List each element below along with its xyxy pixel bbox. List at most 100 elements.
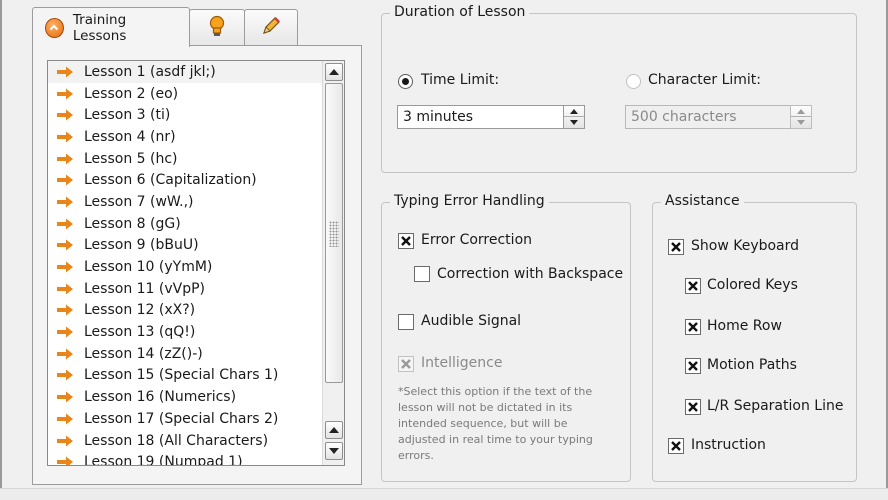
lesson-item[interactable]: Lesson 13 (qQ!) [48, 321, 344, 343]
duration-group: Duration of Lesson [381, 4, 857, 173]
chevron-up-icon [797, 108, 805, 114]
assistance-group-title: Assistance [661, 193, 744, 209]
time-limit-stepper[interactable] [563, 105, 585, 129]
arrow-right-icon [57, 218, 73, 230]
time-limit-spinbox[interactable]: 3 minutes [397, 105, 585, 129]
audible-signal-checkbox[interactable] [398, 314, 414, 330]
lesson-item[interactable]: Lesson 19 (Numpad 1) [48, 451, 344, 466]
arrow-right-icon [57, 304, 73, 316]
chevron-down-icon [797, 120, 805, 125]
lesson-item-label: Lesson 10 (yYmM) [84, 259, 213, 276]
arrow-right-icon [57, 131, 73, 143]
lesson-item-label: Lesson 3 (ti) [84, 107, 171, 124]
home-row-checkbox[interactable] [685, 319, 701, 335]
lesson-item[interactable]: Lesson 5 (hc) [48, 148, 344, 170]
lesson-list-scrollbar[interactable] [322, 61, 344, 465]
lesson-item-label: Lesson 17 (Special Chars 2) [84, 410, 279, 427]
intelligence-note-line: intended sequence, but will be [398, 417, 568, 430]
arrow-right-icon [57, 283, 73, 295]
lesson-item-label: Lesson 13 (qQ!) [84, 324, 196, 341]
lesson-item[interactable]: Lesson 2 (eo) [48, 83, 344, 105]
lesson-item[interactable]: Lesson 8 (gG) [48, 213, 344, 235]
time-limit-radio[interactable] [398, 74, 413, 89]
intelligence-note-line: errors. [398, 449, 434, 462]
colored-keys-label: Colored Keys [707, 277, 798, 293]
character-limit-value: 500 characters [631, 109, 737, 125]
lesson-item[interactable]: Lesson 9 (bBuU) [48, 235, 344, 257]
lesson-item-label: Lesson 19 (Numpad 1) [84, 454, 243, 466]
time-limit-decrement[interactable] [564, 117, 584, 128]
lesson-item[interactable]: Lesson 15 (Special Chars 1) [48, 365, 344, 387]
lesson-item[interactable]: Lesson 3 (ti) [48, 104, 344, 126]
arrow-right-icon [57, 109, 73, 121]
tab-editor[interactable] [244, 9, 298, 46]
intelligence-note-line: adjusted in real time to your typing [398, 433, 593, 446]
arrow-right-icon [57, 435, 73, 447]
lesson-item[interactable]: Lesson 16 (Numerics) [48, 386, 344, 408]
grip-icon [329, 221, 339, 247]
time-limit-value: 3 minutes [403, 109, 474, 125]
scroll-up-button-lower[interactable] [325, 421, 343, 439]
chevron-up-icon [329, 69, 339, 75]
error-correction-label: Error Correction [421, 232, 533, 248]
lesson-item[interactable]: Lesson 10 (yYmM) [48, 256, 344, 278]
lesson-item[interactable]: Lesson 12 (xX?) [48, 300, 344, 322]
lesson-item[interactable]: Lesson 17 (Special Chars 2) [48, 408, 344, 430]
check-x-icon [671, 441, 681, 451]
lesson-item-label: Lesson 14 (zZ()-) [84, 345, 203, 362]
time-limit-increment[interactable] [564, 106, 584, 117]
lesson-item[interactable]: Lesson 11 (vVpP) [48, 278, 344, 300]
motion-paths-checkbox[interactable] [685, 358, 701, 374]
correction-backspace-label: Correction with Backspace [437, 266, 624, 282]
arrow-right-icon [57, 261, 73, 273]
error-correction-checkbox[interactable] [398, 233, 414, 249]
instruction-checkbox[interactable] [668, 438, 684, 454]
lesson-tab-icon [45, 17, 64, 38]
scroll-up-button[interactable] [325, 63, 343, 81]
character-limit-spinbox[interactable]: 500 characters [625, 105, 812, 129]
arrow-right-icon [57, 66, 73, 78]
lesson-item-label: Lesson 11 (vVpP) [84, 280, 206, 297]
tab-hints[interactable] [189, 9, 245, 46]
tab-training-lessons[interactable]: Training Lessons [32, 7, 190, 47]
lightbulb-icon [208, 15, 226, 41]
lesson-item[interactable]: Lesson 14 (zZ()-) [48, 343, 344, 365]
audible-signal-label: Audible Signal [421, 313, 522, 329]
arrow-right-icon [57, 456, 73, 465]
character-limit-label: Character Limit: [648, 72, 761, 88]
arrow-right-icon [57, 348, 73, 360]
correction-backspace-checkbox[interactable] [414, 266, 430, 282]
arrow-right-icon [57, 369, 73, 381]
lesson-item-label: Lesson 8 (gG) [84, 215, 181, 232]
arrow-right-icon [57, 391, 73, 403]
scroll-down-button[interactable] [325, 442, 343, 460]
character-limit-radio[interactable] [626, 74, 641, 89]
colored-keys-checkbox[interactable] [685, 278, 701, 294]
check-x-icon [688, 361, 698, 371]
character-limit-stepper[interactable] [790, 105, 812, 129]
lesson-item[interactable]: Lesson 7 (wW.,) [48, 191, 344, 213]
lesson-item[interactable]: Lesson 1 (asdf jkl;) [48, 61, 344, 83]
arrow-right-icon [57, 174, 73, 186]
lesson-item-label: Lesson 2 (eo) [84, 85, 179, 102]
arrow-right-icon [57, 153, 73, 165]
duration-group-title: Duration of Lesson [390, 4, 530, 20]
show-keyboard-checkbox[interactable] [668, 239, 684, 255]
chevron-down-icon [329, 448, 339, 454]
character-limit-increment[interactable] [791, 106, 811, 117]
instruction-label: Instruction [691, 437, 766, 453]
lesson-item[interactable]: Lesson 4 (nr) [48, 126, 344, 148]
arrow-right-icon [57, 326, 73, 338]
lesson-item[interactable]: Lesson 18 (All Characters) [48, 430, 344, 452]
pencil-icon [260, 15, 282, 41]
lesson-item-label: Lesson 5 (hc) [84, 150, 178, 167]
scroll-thumb[interactable] [325, 83, 343, 383]
lesson-item-label: Lesson 18 (All Characters) [84, 432, 269, 449]
lesson-item-label: Lesson 6 (Capitalization) [84, 172, 257, 189]
lr-separation-checkbox[interactable] [685, 399, 701, 415]
chevron-up-icon [570, 108, 578, 114]
lesson-item[interactable]: Lesson 6 (Capitalization) [48, 169, 344, 191]
intelligence-checkbox[interactable] [398, 356, 414, 372]
lesson-list[interactable]: Lesson 1 (asdf jkl;) Lesson 2 (eo) Lesson … [47, 60, 345, 466]
character-limit-decrement[interactable] [791, 117, 811, 128]
